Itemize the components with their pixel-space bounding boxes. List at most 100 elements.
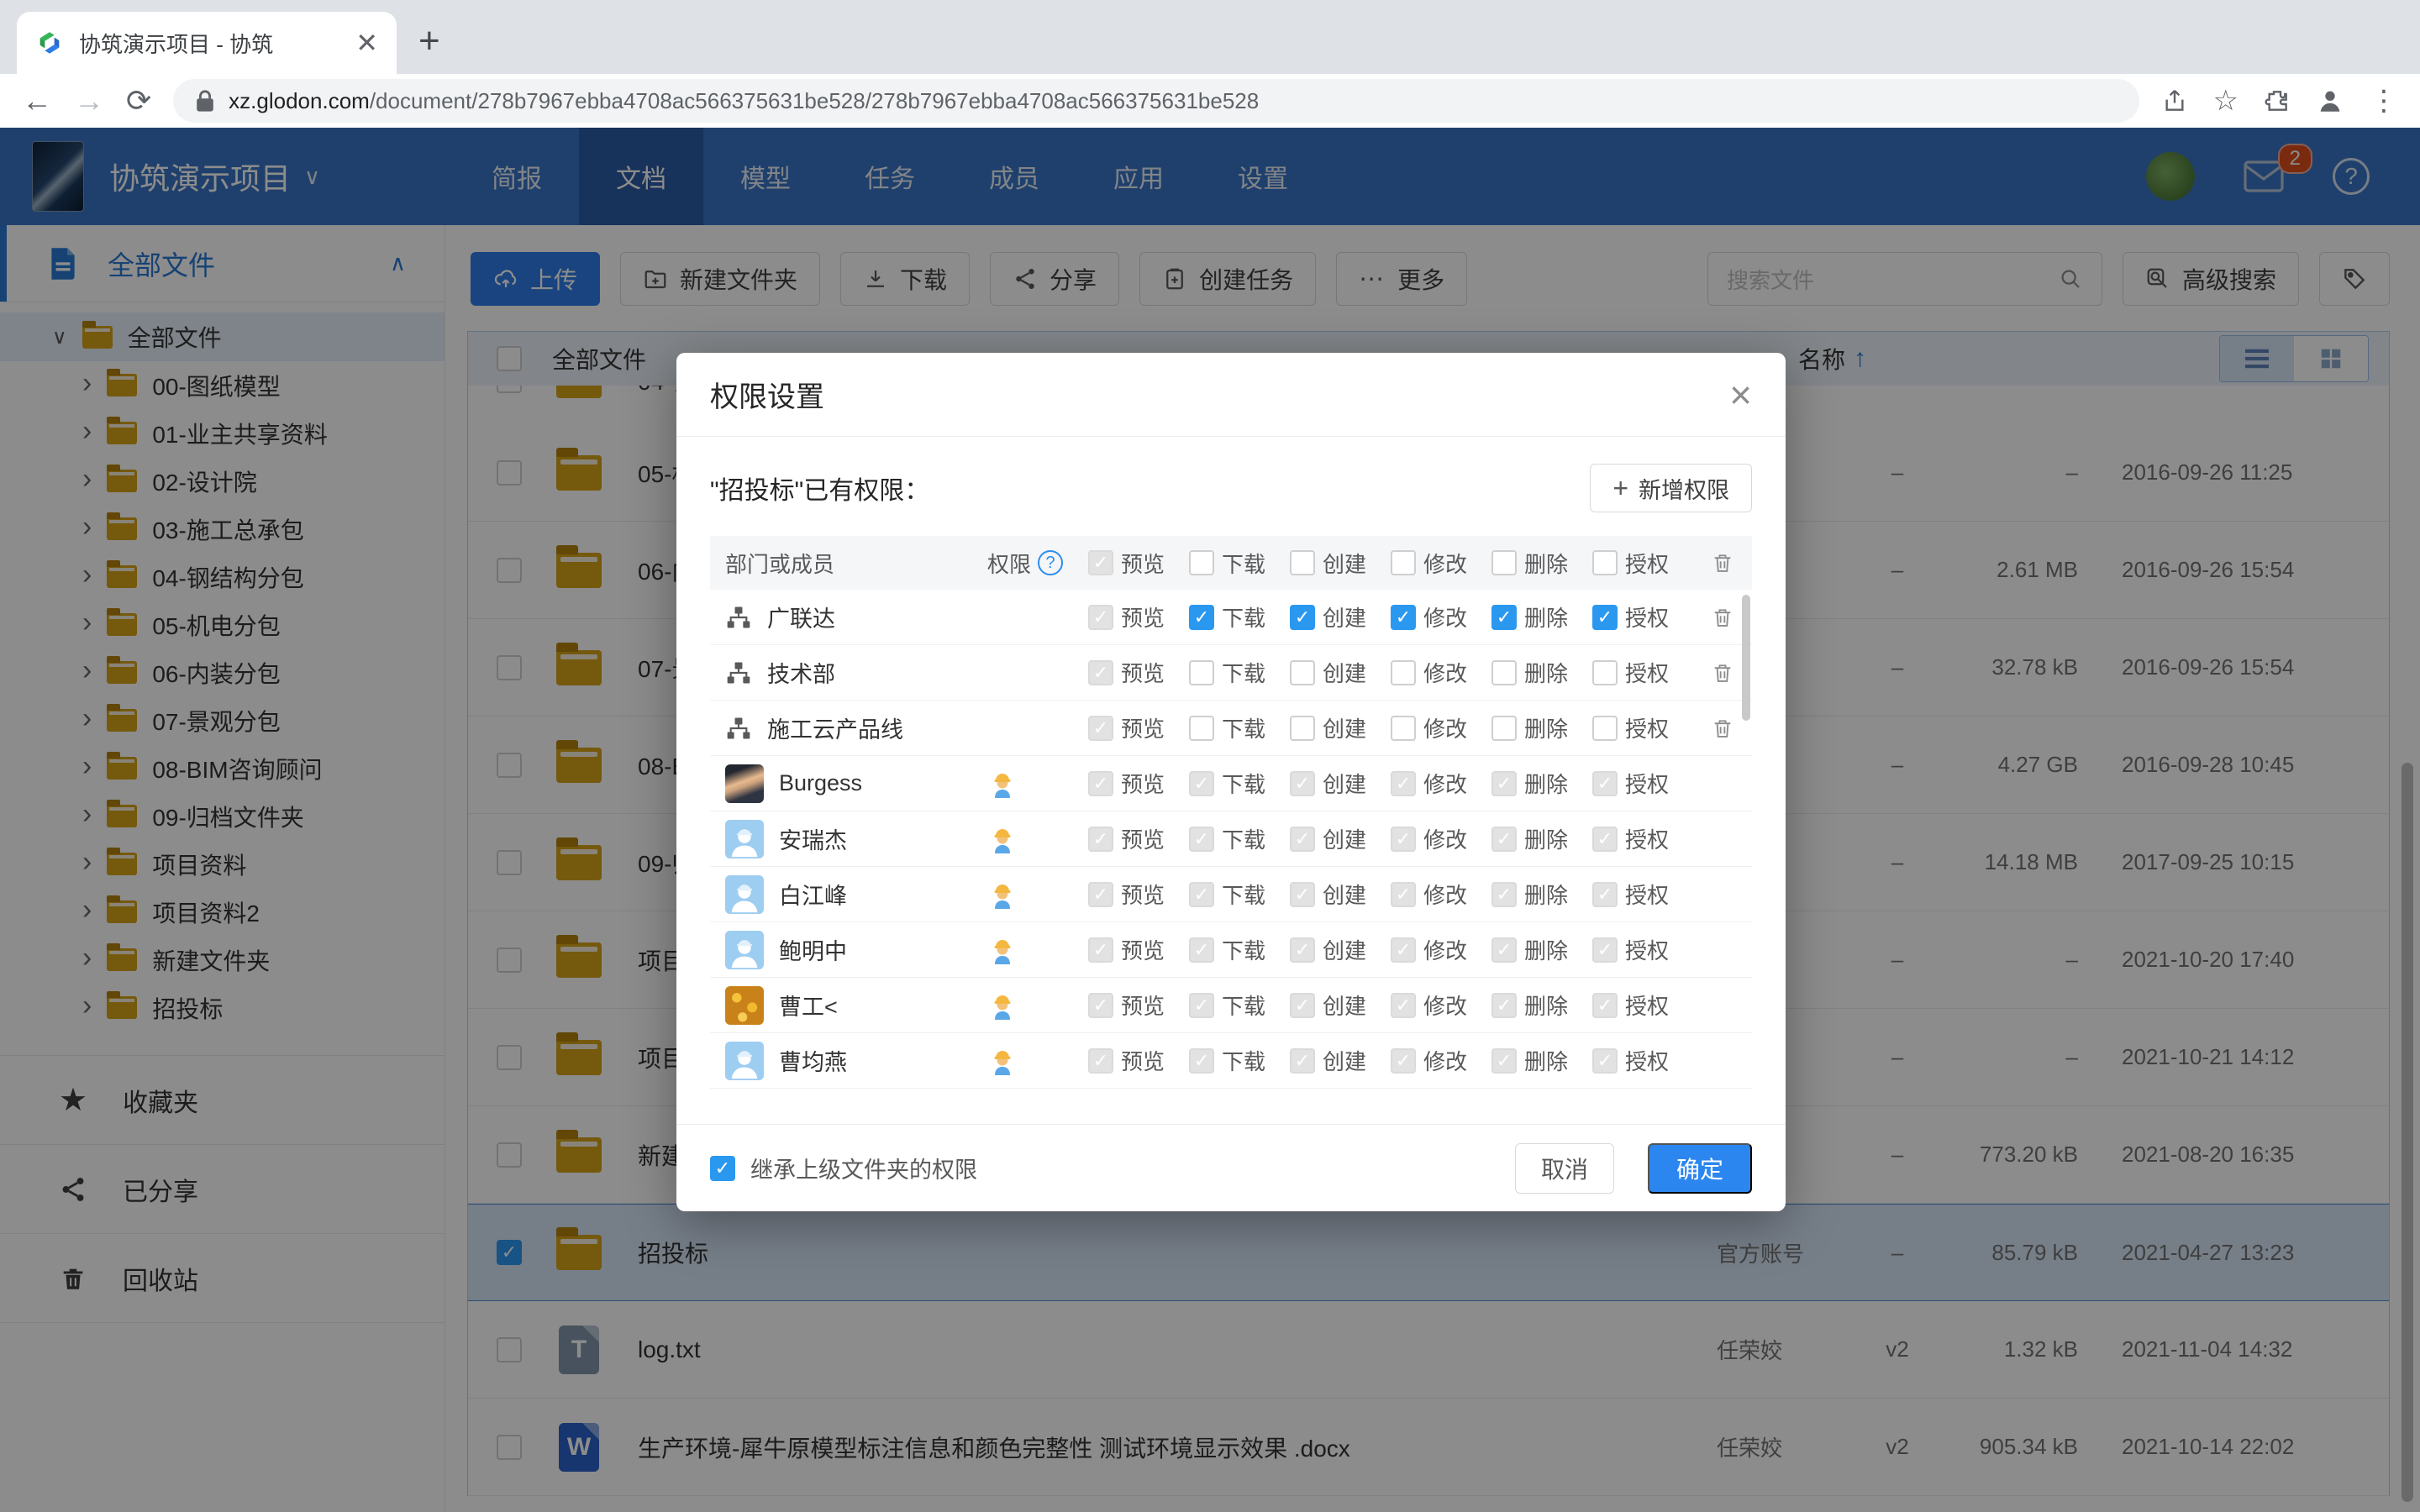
url-bar[interactable]: xz.glodon.com/document/278b7967ebba4708a… — [173, 79, 2139, 123]
help-circle-icon[interactable]: ? — [1038, 550, 1063, 575]
perm-checkbox[interactable]: ✓ — [1088, 1048, 1113, 1074]
perm-checkbox[interactable]: ✓ — [1088, 771, 1113, 796]
add-permission-button[interactable]: + 新增权限 — [1590, 464, 1752, 512]
cancel-button[interactable]: 取消 — [1515, 1143, 1614, 1194]
menu-kebab-icon[interactable]: ⋮ — [2370, 84, 2398, 118]
perm-cell-预览: ✓预览 — [1088, 768, 1189, 799]
browser-tab[interactable]: 协筑演示项目 - 协筑 ✕ — [17, 12, 397, 74]
perm-checkbox[interactable]: ✓ — [1290, 993, 1315, 1018]
perm-checkbox[interactable]: ✓ — [1088, 550, 1113, 575]
perm-checkbox[interactable]: ✓ — [1491, 660, 1517, 685]
delete-all-permission-button[interactable] — [1693, 551, 1752, 575]
perm-checkbox[interactable]: ✓ — [1391, 771, 1416, 796]
perm-checkbox[interactable]: ✓ — [1491, 605, 1517, 630]
perm-checkbox[interactable]: ✓ — [1088, 937, 1113, 963]
back-icon[interactable]: ← — [22, 83, 52, 118]
perm-checkbox[interactable]: ✓ — [1592, 827, 1618, 852]
perm-checkbox[interactable]: ✓ — [1088, 660, 1113, 685]
perm-checkbox[interactable]: ✓ — [1290, 550, 1315, 575]
perm-checkbox[interactable]: ✓ — [1592, 550, 1618, 575]
perm-checkbox[interactable]: ✓ — [1391, 550, 1416, 575]
perm-checkbox[interactable]: ✓ — [1290, 882, 1315, 907]
perm-checkbox[interactable]: ✓ — [1088, 605, 1113, 630]
perm-cell-下载: ✓下载 — [1189, 990, 1290, 1021]
forward-icon[interactable]: → — [74, 83, 104, 118]
perm-cell-修改: ✓修改 — [1391, 712, 1491, 743]
perm-checkbox[interactable]: ✓ — [1491, 550, 1517, 575]
perm-checkbox[interactable]: ✓ — [1189, 660, 1214, 685]
perm-checkbox[interactable]: ✓ — [1290, 937, 1315, 963]
share-page-icon[interactable] — [2161, 87, 2188, 114]
perm-checkbox[interactable]: ✓ — [1592, 605, 1618, 630]
perm-checkbox[interactable]: ✓ — [1592, 882, 1618, 907]
reload-icon[interactable]: ⟳ — [126, 83, 151, 118]
confirm-button[interactable]: 确定 — [1648, 1143, 1752, 1194]
perm-cell-下载: ✓ 下载 — [1189, 712, 1290, 743]
perm-checkbox[interactable]: ✓ — [1391, 882, 1416, 907]
perm-cell-删除: ✓删除 — [1491, 601, 1592, 633]
perm-checkbox[interactable]: ✓ — [1189, 993, 1214, 1018]
perm-checkbox[interactable]: ✓ — [1491, 882, 1517, 907]
perm-checkbox[interactable]: ✓ — [1491, 771, 1517, 796]
perm-checkbox[interactable]: ✓ — [1391, 937, 1416, 963]
perm-checkbox[interactable]: ✓ — [1491, 716, 1517, 741]
permission-row: 施工云产品线✓预览✓下载✓创建✓修改✓删除✓授权 — [710, 701, 1752, 756]
permission-row: 技术部✓预览✓下载✓创建✓修改✓删除✓授权 — [710, 645, 1752, 701]
member-cell: 广联达 — [710, 601, 987, 633]
new-tab-button[interactable]: + — [418, 20, 440, 62]
perm-checkbox[interactable]: ✓ — [1189, 716, 1214, 741]
perm-checkbox[interactable]: ✓ — [1088, 993, 1113, 1018]
perm-checkbox[interactable]: ✓ — [1290, 771, 1315, 796]
perm-label: 下载 — [1222, 712, 1265, 743]
modal-scrollbar[interactable] — [1742, 595, 1750, 721]
perm-checkbox[interactable]: ✓ — [1189, 1048, 1214, 1074]
perm-checkbox[interactable]: ✓ — [1592, 937, 1618, 963]
extensions-icon[interactable] — [2264, 87, 2291, 114]
perm-cell-修改: ✓修改 — [1391, 934, 1491, 965]
perm-checkbox[interactable]: ✓ — [1391, 827, 1416, 852]
perm-checkbox[interactable]: ✓ — [1491, 937, 1517, 963]
perm-checkbox[interactable]: ✓ — [1391, 1048, 1416, 1074]
perm-checkbox[interactable]: ✓ — [1592, 660, 1618, 685]
perm-checkbox[interactable]: ✓ — [1391, 605, 1416, 630]
perm-checkbox[interactable]: ✓ — [1189, 827, 1214, 852]
profile-icon[interactable] — [2316, 87, 2344, 115]
perm-checkbox[interactable]: ✓ — [1189, 605, 1214, 630]
member-cell: 白江峰 — [710, 875, 987, 914]
perm-label: 授权 — [1625, 934, 1669, 965]
perm-checkbox[interactable]: ✓ — [1491, 993, 1517, 1018]
bookmark-star-icon[interactable]: ☆ — [2213, 84, 2238, 118]
permission-label: 权限 — [987, 548, 1031, 579]
perm-label: 修改 — [1423, 1045, 1467, 1076]
perm-label: 删除 — [1524, 1045, 1568, 1076]
perm-checkbox[interactable]: ✓ — [1189, 937, 1214, 963]
perm-checkbox[interactable]: ✓ — [1592, 716, 1618, 741]
perm-checkbox[interactable]: ✓ — [1290, 716, 1315, 741]
perm-checkbox[interactable]: ✓ — [1592, 993, 1618, 1018]
perm-checkbox[interactable]: ✓ — [1391, 716, 1416, 741]
perm-checkbox[interactable]: ✓ — [1088, 716, 1113, 741]
perm-header-授权: ✓授权 — [1592, 548, 1693, 579]
tab-close-icon[interactable]: ✕ — [355, 29, 378, 56]
perm-checkbox[interactable]: ✓ — [1592, 1048, 1618, 1074]
perm-label: 授权 — [1625, 768, 1669, 799]
perm-checkbox[interactable]: ✓ — [1491, 827, 1517, 852]
perm-cell-删除: ✓删除 — [1491, 823, 1592, 854]
perm-checkbox[interactable]: ✓ — [1290, 660, 1315, 685]
perm-checkbox[interactable]: ✓ — [1491, 1048, 1517, 1074]
permission-settings-modal: 权限设置 × "招投标"已有权限： + 新增权限 部门或成员权限?✓预览✓下载✓… — [676, 353, 1786, 1211]
perm-checkbox[interactable]: ✓ — [1290, 827, 1315, 852]
perm-checkbox[interactable]: ✓ — [1592, 771, 1618, 796]
perm-checkbox[interactable]: ✓ — [1189, 550, 1214, 575]
close-icon[interactable]: × — [1729, 375, 1752, 414]
perm-checkbox[interactable]: ✓ — [1290, 605, 1315, 630]
perm-checkbox[interactable]: ✓ — [1189, 882, 1214, 907]
perm-label: 预览 — [1121, 601, 1165, 633]
perm-checkbox[interactable]: ✓ — [1391, 993, 1416, 1018]
perm-checkbox[interactable]: ✓ — [1088, 882, 1113, 907]
inherit-checkbox[interactable]: ✓ — [710, 1156, 735, 1181]
perm-checkbox[interactable]: ✓ — [1391, 660, 1416, 685]
perm-checkbox[interactable]: ✓ — [1088, 827, 1113, 852]
perm-checkbox[interactable]: ✓ — [1290, 1048, 1315, 1074]
perm-checkbox[interactable]: ✓ — [1189, 771, 1214, 796]
